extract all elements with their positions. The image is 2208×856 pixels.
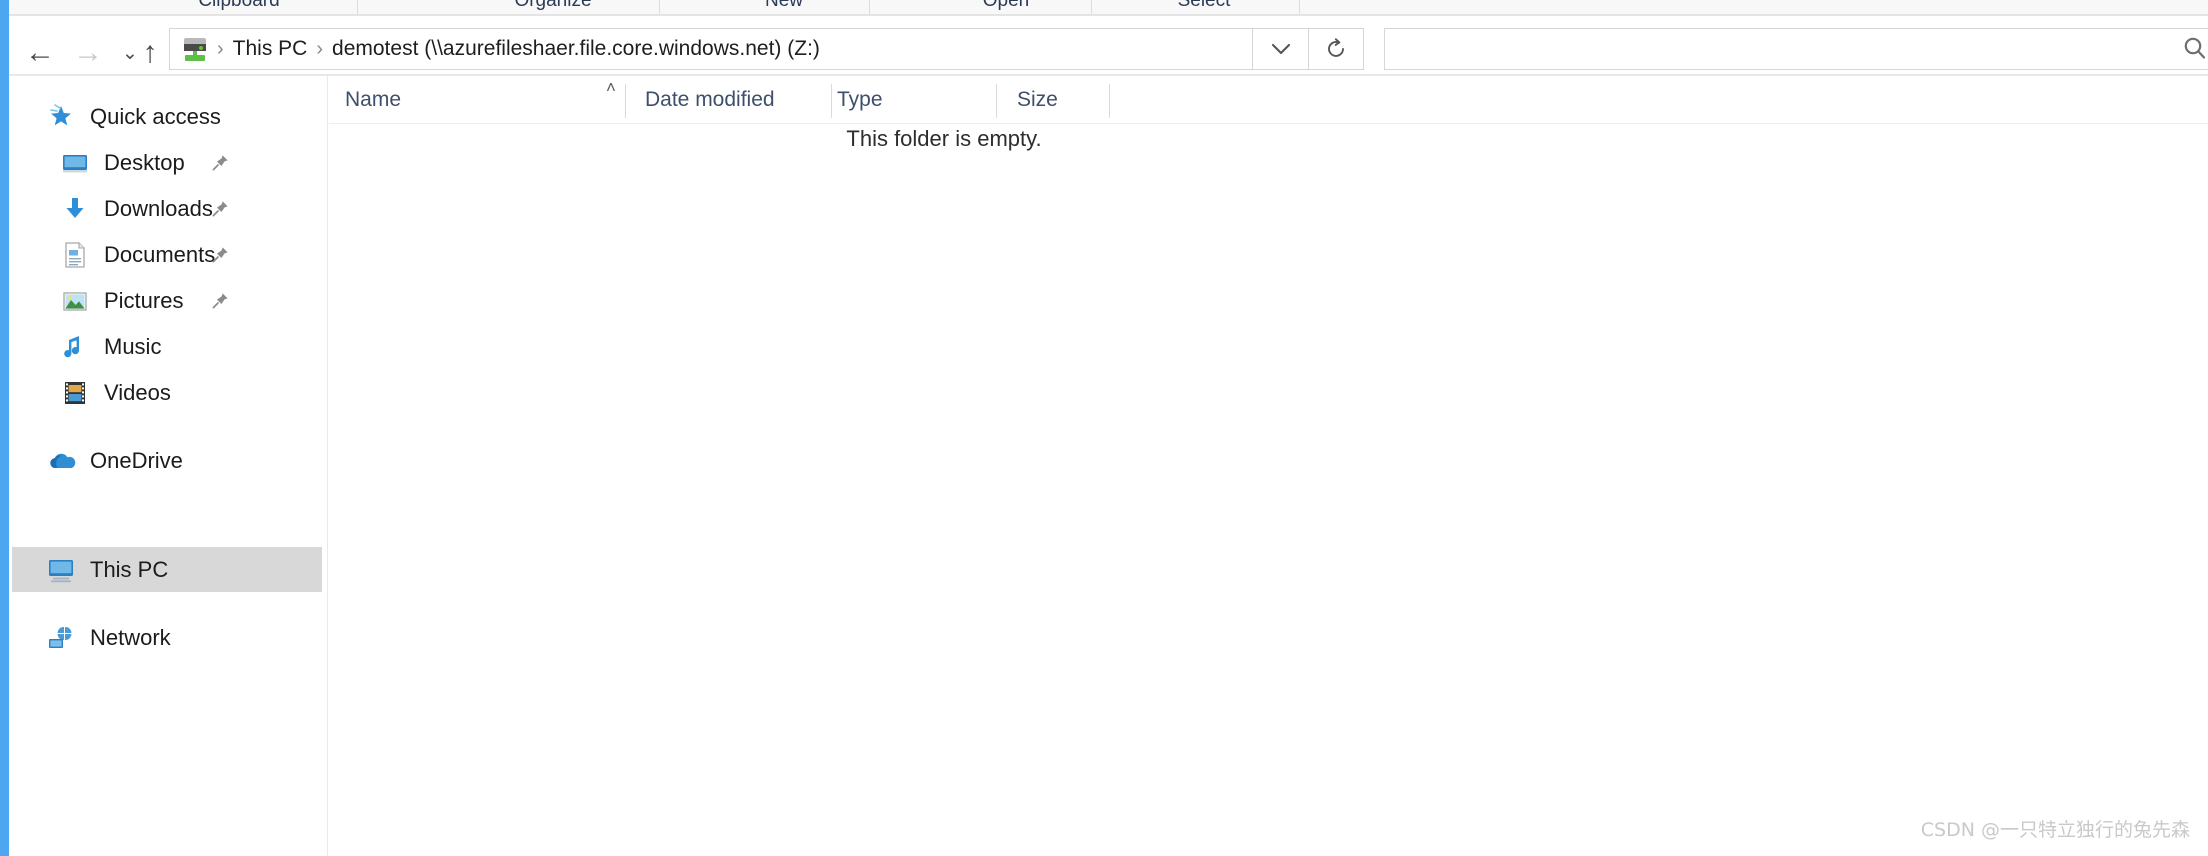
address-bar[interactable]: › This PC › demotest (\\azurefileshaer.f…	[169, 28, 1253, 70]
column-header-divider	[329, 123, 2208, 124]
sidebar-item-this-pc[interactable]: This PC	[12, 547, 322, 592]
file-list-pane: Name Date modified Type Size ˄ This folder i…	[329, 76, 2208, 856]
music-note-icon	[60, 332, 90, 362]
up-arrow-icon: ↑	[142, 36, 158, 69]
column-header-date-modified[interactable]: Date modified	[645, 76, 837, 123]
sidebar-item-label: Desktop	[104, 149, 185, 175]
pin-icon[interactable]	[210, 291, 230, 311]
search-icon[interactable]	[2181, 35, 2208, 63]
forward-button[interactable]: →	[71, 36, 105, 70]
ribbon-group-separator	[357, 0, 358, 14]
mapped-network-drive-icon	[182, 37, 208, 61]
this-pc-monitor-icon	[46, 555, 76, 585]
network-globe-icon	[46, 623, 76, 653]
back-button[interactable]: ←	[23, 36, 57, 70]
sidebar-item-label: Music	[104, 333, 162, 359]
file-explorer-window: Clipboard Organize New Open Select ← → ⌄ ↑ ›…	[0, 0, 2208, 856]
refresh-button[interactable]	[1309, 28, 1364, 70]
ribbon-group-new: New	[764, 0, 803, 11]
sidebar-item-label: Videos	[104, 379, 171, 405]
column-resize-handle[interactable]	[831, 84, 832, 118]
column-header-row: Name Date modified Type Size ˄	[329, 76, 2208, 123]
ribbon-group-separator	[1091, 0, 1092, 14]
pictures-icon	[60, 286, 90, 316]
address-toolbar: ← → ⌄ ↑ › This PC › demotest (\\azurefil…	[9, 16, 2208, 74]
column-resize-handle[interactable]	[996, 84, 997, 118]
sidebar-item-music[interactable]: Music	[12, 324, 322, 369]
sidebar-item-label: Documents	[104, 241, 216, 267]
onedrive-cloud-icon	[46, 446, 76, 476]
column-resize-handle[interactable]	[1109, 84, 1110, 118]
sidebar-item-videos[interactable]: Videos	[12, 370, 322, 415]
column-header-label: Type	[837, 87, 883, 111]
pin-icon[interactable]	[210, 153, 230, 173]
sidebar-item-label: This PC	[90, 556, 169, 582]
search-box[interactable]	[1384, 28, 2208, 70]
sidebar-item-label: Downloads	[104, 195, 213, 221]
column-header-label: Name	[345, 87, 402, 111]
sidebar-item-desktop[interactable]: Desktop	[12, 140, 322, 185]
watermark: CSDN @一只特立独行的兔先森	[1920, 819, 2190, 841]
videos-filmstrip-icon	[60, 378, 90, 408]
ribbon-group-clipboard: Clipboard	[198, 0, 280, 11]
breadcrumb-item-this-pc[interactable]: This PC	[233, 37, 308, 61]
sidebar-item-quick-access[interactable]: Quick access	[12, 94, 322, 139]
navigation-pane: Quick access Desktop Downloads Documents Pic…	[9, 76, 328, 856]
sidebar-item-label: Network	[90, 624, 171, 650]
up-button[interactable]: ↑	[133, 36, 167, 70]
empty-folder-message: This folder is empty.	[846, 126, 1042, 151]
ribbon-group-bar: Clipboard Organize New Open Select	[9, 0, 2208, 14]
chevron-down-icon	[1271, 43, 1290, 54]
breadcrumb-item-demotest[interactable]: demotest (\\azurefileshaer.file.core.win…	[332, 37, 820, 61]
column-header-type[interactable]: Type	[837, 76, 995, 123]
sidebar-item-label: OneDrive	[90, 447, 183, 473]
sidebar-item-label: Quick access	[90, 103, 221, 129]
column-resize-handle[interactable]	[625, 84, 626, 118]
quick-access-star-icon	[46, 102, 76, 132]
sidebar-item-label: Pictures	[104, 287, 184, 313]
breadcrumb-separator: ›	[316, 37, 324, 60]
ribbon-group-separator	[869, 0, 870, 14]
column-header-label: Date modified	[645, 87, 775, 111]
pin-icon[interactable]	[210, 245, 230, 265]
column-header-size[interactable]: Size	[1017, 76, 1127, 123]
back-arrow-icon: ←	[25, 36, 55, 69]
downloads-arrow-icon	[60, 194, 90, 224]
ribbon-group-separator	[1299, 0, 1300, 14]
desktop-monitor-icon	[60, 148, 90, 178]
column-header-name[interactable]: Name	[345, 76, 620, 123]
address-dropdown-button[interactable]	[1253, 28, 1309, 70]
refresh-icon	[1328, 38, 1344, 57]
sort-ascending-icon: ˄	[606, 78, 616, 97]
sidebar-item-downloads[interactable]: Downloads	[12, 186, 322, 231]
documents-icon	[60, 240, 90, 270]
ribbon-group-open: Open	[982, 0, 1030, 11]
breadcrumb-separator: ›	[217, 37, 224, 60]
pin-icon[interactable]	[210, 199, 230, 219]
sidebar-item-network[interactable]: Network	[12, 615, 322, 660]
column-header-label: Size	[1017, 87, 1058, 111]
sidebar-item-onedrive[interactable]: OneDrive	[12, 438, 322, 483]
ribbon-group-organize: Organize	[514, 0, 592, 11]
sidebar-item-pictures[interactable]: Pictures	[12, 278, 322, 323]
forward-arrow-icon: →	[73, 36, 103, 69]
ribbon-group-separator	[659, 0, 660, 14]
ribbon-group-select: Select	[1177, 0, 1231, 11]
window-accent-strip	[0, 0, 9, 856]
sidebar-item-documents[interactable]: Documents	[12, 232, 322, 277]
